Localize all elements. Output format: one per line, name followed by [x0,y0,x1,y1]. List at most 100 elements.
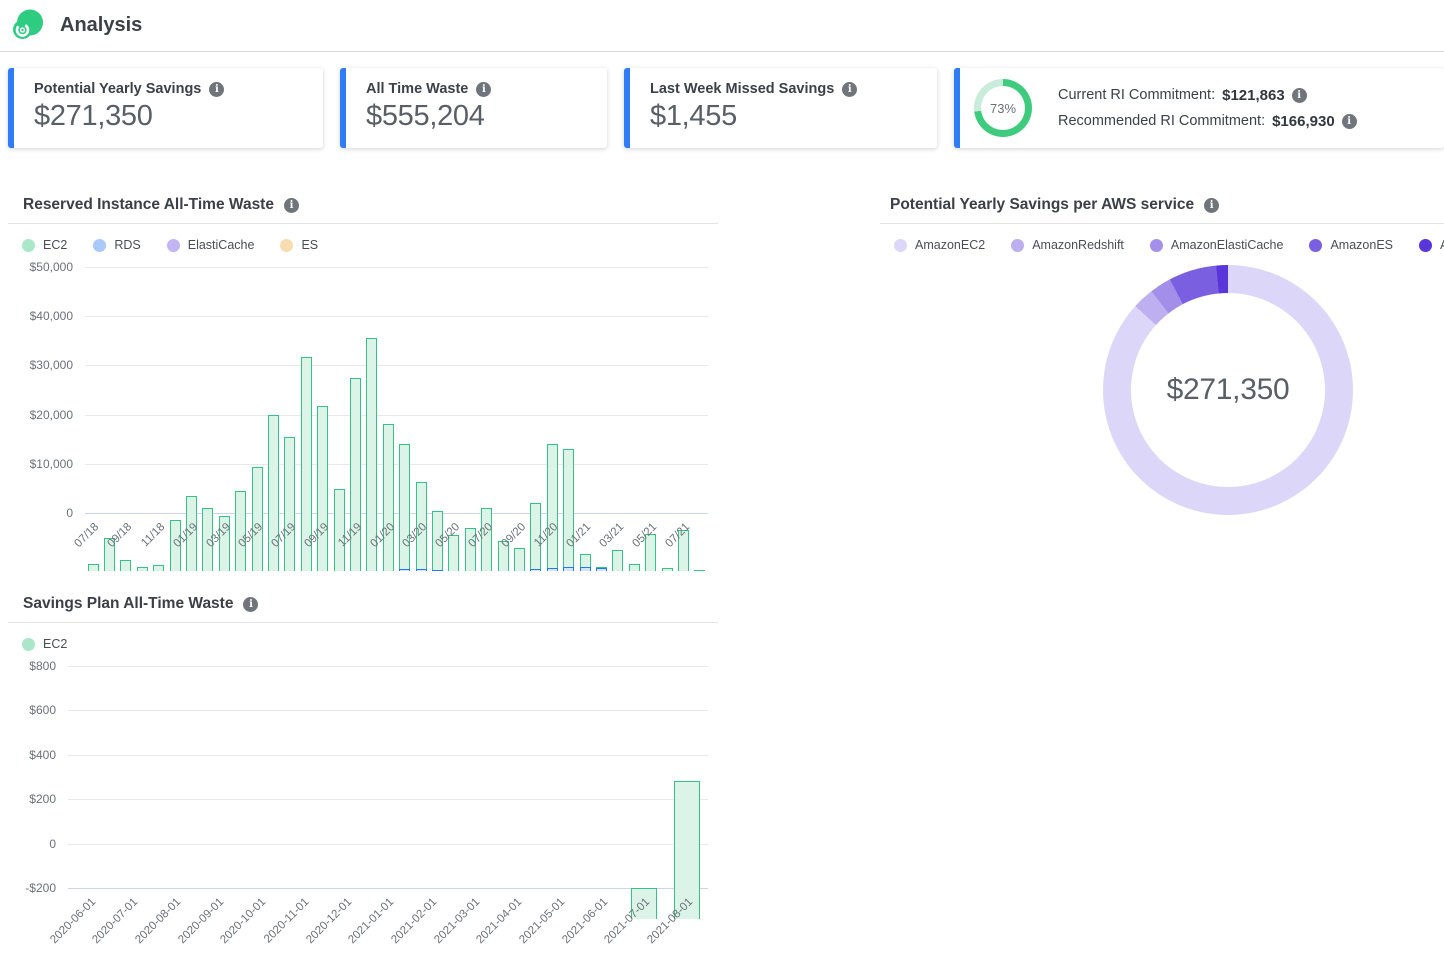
kpi-card-potential-yearly-savings: Potential Yearly Savings $271,350 [8,68,323,148]
legend-dot [22,239,35,252]
y-axis-tick: $20,000 [0,408,73,422]
bar-07/18[interactable] [88,564,99,571]
bar-01/21[interactable] [580,554,591,571]
chart-title: Potential Yearly Savings per AWS service [890,196,1194,214]
y-axis-tick: $50,000 [0,260,73,274]
gridline [85,365,708,366]
bar-segment-RDS [530,569,541,571]
bar-09/19[interactable] [317,406,328,571]
bar-segment-RDS [399,569,410,571]
kpi-label: Last Week Missed Savings [650,81,834,97]
legend-item-ElastiCache[interactable]: ElastiCache [167,238,255,252]
divider [8,223,718,224]
current-ri-commitment-label: Current RI Commitment: [1058,87,1215,103]
bar-segment-EC2 [317,406,328,571]
legend-item-RDS[interactable]: RDS [93,238,140,252]
chart-title: Savings Plan All-Time Waste [23,595,233,613]
bar-08/21[interactable] [694,570,705,571]
bar-11/20[interactable] [547,444,558,571]
legend-item-EC2[interactable]: EC2 [22,637,67,651]
bar-segment-EC2 [514,548,525,571]
kpi-card-all-time-waste: All Time Waste $555,204 [340,68,607,148]
recommended-ri-commitment-row: Recommended RI Commitment: $166,930 [1058,113,1357,130]
gridline [85,316,708,317]
ri-waste-bar-chart: $50,000$40,000$30,000$20,000$10,000007/1… [0,267,718,571]
legend-item-ES[interactable]: ES [280,238,318,252]
legend-label: EC2 [43,238,67,252]
bar-04/21[interactable] [629,564,640,571]
kpi-card-last-week-missed-savings: Last Week Missed Savings $1,455 [624,68,937,148]
gridline [85,513,708,514]
sp-chart-legend: EC2 [22,634,718,654]
info-icon[interactable] [209,82,224,97]
legend-item-AmazonRedshift[interactable]: AmazonRedshift [1011,238,1124,252]
bar-segment-EC2 [334,489,345,571]
legend-label: AmazonElastiCache [1171,238,1284,252]
bar-segment-EC2 [252,467,263,571]
ri-coverage-gauge: 73% [974,79,1032,137]
legend-label: ES [301,238,318,252]
legend-item-AmazonElastiCache[interactable]: AmazonElastiCache [1150,238,1284,252]
bar-06/21[interactable] [662,568,673,571]
legend-dot [1419,239,1432,252]
bar-10/19[interactable] [334,489,345,571]
bar-segment-RDS [580,567,591,571]
page-title: Analysis [60,14,142,37]
info-icon[interactable] [1204,198,1219,213]
bar-segment-EC2 [662,568,673,571]
info-icon[interactable] [842,82,857,97]
bar-11/18[interactable] [153,565,164,571]
gridline [85,267,708,268]
y-axis-tick: -$200 [0,881,56,895]
legend-dot [167,239,180,252]
app-logo[interactable] [10,9,44,43]
bar-12/20[interactable] [563,449,574,571]
savings-donut-chart[interactable]: $271,350 [1103,265,1353,515]
info-icon[interactable] [284,198,299,213]
info-icon[interactable] [476,82,491,97]
donut-center-value: $271,350 [1103,265,1353,515]
y-axis-tick: $10,000 [0,457,73,471]
bar-segment-EC2 [235,491,246,571]
bar-04/19[interactable] [235,491,246,571]
kpi-card-ri-commitment: 73% Current RI Commitment: $121,863 Reco… [954,68,1444,148]
legend-dot [1309,239,1322,252]
legend-label: AmazonEC2 [915,238,985,252]
donut-chart-legend: AmazonEC2 AmazonRedshift AmazonElastiCache… [894,235,1438,255]
bar-segment-RDS [563,567,574,571]
bar-segment-EC2 [547,444,558,568]
kpi-value: $271,350 [34,100,307,133]
recommended-ri-commitment-label: Recommended RI Commitment: [1058,113,1265,129]
bar-segment-RDS [432,570,443,571]
app-header: Analysis [0,0,1444,52]
bar-07/19[interactable] [284,437,295,571]
bar-09/20[interactable] [514,548,525,571]
bar-10/18[interactable] [137,567,148,571]
recommended-ri-commitment-value: $166,930 [1272,113,1335,130]
kpi-value: $555,204 [366,100,591,133]
bar-05/19[interactable] [252,467,263,571]
bar-09/18[interactable] [120,560,131,571]
legend-dot [93,239,106,252]
legend-dot [280,239,293,252]
legend-dot [22,638,35,651]
bar-02/21[interactable] [596,567,607,571]
bar-segment-EC2 [137,567,148,571]
legend-item-EC2[interactable]: EC2 [22,238,67,252]
info-icon[interactable] [1292,88,1307,103]
info-icon[interactable] [243,597,258,612]
legend-label: AmazonES [1330,238,1393,252]
legend-item-AmazonEC2[interactable]: AmazonEC2 [894,238,985,252]
legend-item-AmazonRDS[interactable]: AmazonRDS [1419,238,1444,252]
gridline [68,666,708,667]
y-axis-tick: 0 [0,837,56,851]
y-axis-tick: 0 [0,506,73,520]
info-icon[interactable] [1342,114,1357,129]
gridline [85,464,708,465]
bar-01/20[interactable] [383,424,394,571]
legend-item-AmazonES[interactable]: AmazonES [1309,238,1393,252]
sp-waste-bar-chart: $800$600$400$2000-$2002020-06-012020-07-… [0,666,718,963]
bar-02/20[interactable] [399,444,410,571]
bar-03/21[interactable] [612,550,623,571]
bar-segment-RDS [416,569,427,571]
